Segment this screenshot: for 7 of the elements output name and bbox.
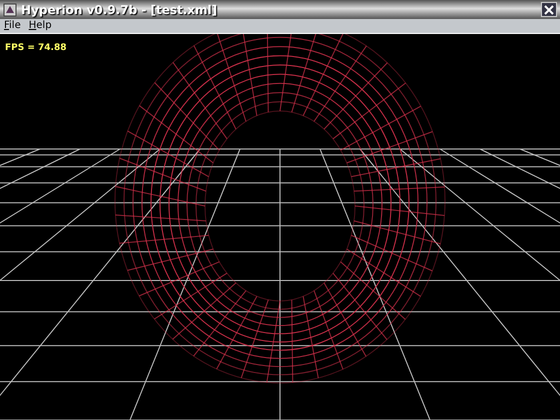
menu-item[interactable]: File: [4, 20, 21, 32]
close-icon: [544, 4, 554, 15]
app-icon: [3, 2, 17, 17]
fps-counter: FPS = 74.88: [5, 43, 67, 53]
window-title: Hyperion v0.9.7b - [test.xml]: [21, 2, 218, 17]
close-button[interactable]: [541, 2, 557, 18]
menu-item[interactable]: Help: [28, 20, 52, 32]
